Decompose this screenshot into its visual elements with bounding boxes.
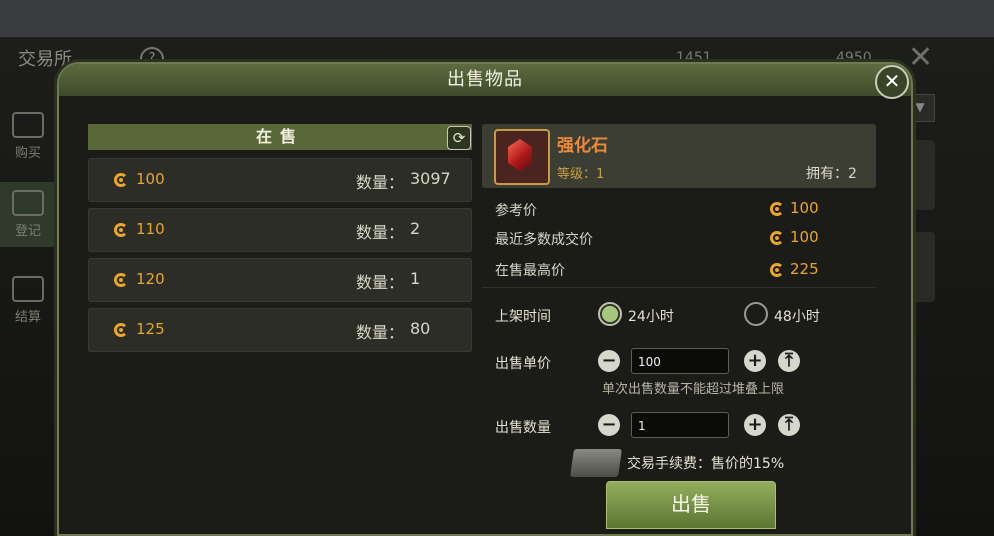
quantity-minus-button[interactable]: − [598, 414, 620, 436]
sell-quantity-input[interactable]: 1 [631, 412, 729, 438]
listing-quantity: 3097 [410, 169, 451, 188]
top-bar [0, 0, 994, 37]
tab-register-label: 登记 [14, 224, 41, 239]
tab-settle[interactable]: 结算 [0, 276, 56, 325]
listing-time-label: 上架时间 [495, 309, 551, 325]
sell-button[interactable]: 出售 [606, 481, 776, 529]
background-close-icon[interactable]: ✕ [908, 40, 933, 75]
listing-quantity: 1 [410, 269, 421, 288]
transaction-fee: 交易手续费：售价的15% [627, 456, 785, 472]
coin-icon [770, 262, 784, 277]
item-owned: 拥有：2 [806, 166, 857, 182]
listing-quantity: 2 [410, 219, 421, 238]
unit-price-label: 出售单价 [495, 356, 551, 372]
max-price-value: 225 [770, 260, 819, 278]
tab-buy-label: 购买 [14, 146, 41, 161]
item-name: 强化石 [557, 136, 608, 156]
close-icon[interactable]: ✕ [875, 65, 909, 99]
cart-icon [12, 276, 44, 302]
sell-quantity-label: 出售数量 [495, 420, 551, 436]
quantity-plus-button[interactable]: + [744, 414, 766, 436]
fee-ticket-icon [570, 449, 622, 477]
listing-price: 110 [136, 220, 165, 238]
listing-row[interactable]: 100 数量： 3097 [88, 158, 472, 202]
coin-icon [114, 273, 128, 287]
item-level: 等级：1 [557, 167, 605, 182]
tab-register[interactable]: 登记 [0, 182, 56, 247]
quantity-label: 数量： [356, 273, 405, 292]
radio-24h[interactable] [598, 302, 622, 326]
listings-header: 在售 [88, 124, 472, 150]
shop-icon [12, 112, 44, 138]
coin-icon [114, 173, 128, 187]
price-minus-button[interactable]: − [598, 350, 620, 372]
reference-price-value: 100 [770, 199, 819, 217]
radio-24h-label: 24小时 [628, 309, 674, 325]
quantity-max-button[interactable]: ⤒ [778, 414, 800, 436]
quantity-label: 数量： [356, 173, 405, 192]
coin-icon [770, 230, 784, 245]
tab-settle-label: 结算 [14, 310, 41, 325]
listing-row[interactable]: 120 数量： 1 [88, 258, 472, 302]
reference-price-label: 参考价 [495, 203, 537, 219]
divider [482, 287, 876, 288]
listing-quantity: 80 [410, 319, 431, 338]
listing-price: 125 [136, 320, 165, 338]
modal-title: 出售物品 [59, 64, 911, 96]
radio-48h-label: 48小时 [774, 309, 820, 325]
register-icon [12, 190, 44, 216]
quantity-label: 数量： [356, 323, 405, 342]
coin-icon [770, 201, 784, 216]
listing-row[interactable]: 125 数量： 80 [88, 308, 472, 352]
listing-row[interactable]: 110 数量： 2 [88, 208, 472, 252]
quantity-label: 数量： [356, 223, 405, 242]
price-plus-button[interactable]: + [744, 350, 766, 372]
unit-price-input[interactable]: 100 [631, 348, 729, 374]
recent-price-label: 最近多数成交价 [495, 232, 593, 248]
tab-buy[interactable]: 购买 [0, 112, 56, 161]
listing-price: 120 [136, 270, 165, 288]
max-price-label: 在售最高价 [495, 263, 565, 279]
gem-icon [494, 129, 550, 185]
radio-48h[interactable] [744, 302, 768, 326]
coin-icon [114, 323, 128, 337]
refresh-icon[interactable]: ⟳ [447, 126, 471, 150]
stack-limit-hint: 单次出售数量不能超过堆叠上限 [602, 382, 785, 397]
coin-icon [114, 223, 128, 237]
recent-price-value: 100 [770, 228, 819, 246]
price-max-button[interactable]: ⤒ [778, 350, 800, 372]
listing-price: 100 [136, 170, 165, 188]
